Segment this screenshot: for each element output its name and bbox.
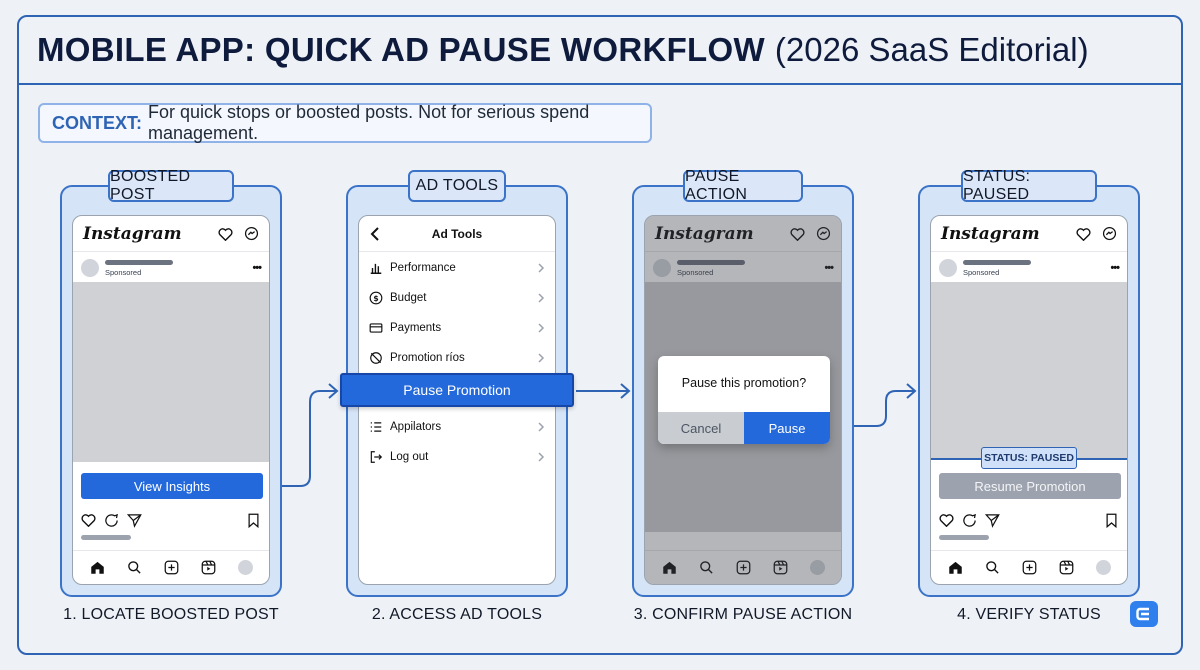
chevron-right-icon	[537, 422, 545, 432]
post-header: Sponsored •••	[73, 254, 269, 282]
search-icon[interactable]	[127, 560, 143, 576]
context-box: CONTEXT: For quick stops or boosted post…	[38, 102, 652, 143]
card-icon	[369, 321, 383, 335]
post-actions	[81, 512, 263, 530]
comment-icon[interactable]	[104, 513, 120, 529]
cancel-button[interactable]: Cancel	[658, 412, 744, 444]
like-icon[interactable]	[939, 513, 955, 529]
ad-tools-header: Ad Tools	[359, 216, 555, 252]
pause-button[interactable]: Pause	[744, 412, 830, 444]
page-subtitle: (2026 SaaS Editorial)	[774, 31, 1089, 68]
step-caption-2: 2. ACCESS AD TOOLS	[371, 606, 543, 623]
menu-item-promotion[interactable]: Promotion ríos	[359, 343, 555, 373]
bottom-nav	[73, 550, 269, 584]
chevron-right-icon	[537, 263, 545, 273]
chevron-right-icon	[537, 452, 545, 462]
context-label: CONTEXT:	[52, 112, 142, 133]
menu-item-budget[interactable]: $ Budget	[359, 283, 555, 313]
reels-icon[interactable]	[1059, 560, 1075, 576]
post-header: Sponsored •••	[931, 254, 1127, 282]
phone-screen-3: Instagram Sponsored ••• Pause this promo…	[644, 215, 842, 585]
comment-icon[interactable]	[962, 513, 978, 529]
status-badge: STATUS: PAUSED	[981, 447, 1077, 469]
phone-screen-4: Instagram Sponsored ••• STATUS: PAUSED R…	[930, 215, 1128, 585]
post-image[interactable]	[73, 282, 269, 462]
share-icon[interactable]	[126, 513, 143, 529]
dialog-question: Pause this promotion?	[681, 376, 807, 390]
logout-icon	[369, 450, 383, 464]
instagram-logo: Instagram	[83, 223, 182, 244]
dollar-icon: $	[369, 291, 383, 305]
brand-logo-icon	[1130, 601, 1158, 627]
post-image[interactable]	[931, 282, 1127, 458]
post-actions	[939, 512, 1121, 530]
sponsored-label: Sponsored	[105, 267, 142, 277]
menu-item-performance[interactable]: Performance	[359, 253, 555, 283]
menu-item-label: Appilators	[390, 421, 442, 433]
view-insights-button[interactable]: View Insights	[81, 473, 263, 499]
home-icon[interactable]	[90, 560, 106, 576]
likes-placeholder	[81, 535, 131, 540]
step-caption-3: 3. CONFIRM PAUSE ACTION	[633, 606, 853, 623]
step-caption-1: 1. LOCATE BOOSTED POST	[63, 606, 279, 623]
ad-tools-title: Ad Tools	[431, 226, 483, 241]
menu-item-label: Promotion ríos	[390, 352, 465, 364]
menu-item-appilators[interactable]: Appilators	[359, 412, 555, 442]
list-icon	[369, 420, 383, 434]
page-title: MOBILE APP: QUICK AD PAUSE WORKFLOW	[37, 31, 765, 68]
more-icon[interactable]: •••	[1110, 262, 1120, 274]
sponsored-label: Sponsored	[963, 267, 1000, 277]
profile-avatar[interactable]	[1095, 560, 1111, 575]
pause-promotion-button[interactable]: Pause Promotion	[340, 373, 574, 407]
create-icon[interactable]	[1022, 560, 1038, 576]
menu-item-payments[interactable]: Payments	[359, 313, 555, 343]
ig-header: Instagram	[931, 216, 1127, 252]
ig-header: Instagram	[73, 216, 269, 252]
step-caption-4: 4. VERIFY STATUS	[957, 606, 1101, 623]
like-icon[interactable]	[81, 513, 97, 529]
menu-item-label: Budget	[390, 292, 427, 304]
bookmark-icon[interactable]	[1105, 513, 1121, 529]
bookmark-icon[interactable]	[247, 513, 263, 529]
resume-promotion-button[interactable]: Resume Promotion	[939, 473, 1121, 499]
chevron-right-icon	[537, 293, 545, 303]
search-icon[interactable]	[985, 560, 1001, 576]
back-icon[interactable]	[369, 226, 383, 242]
home-icon[interactable]	[948, 560, 964, 576]
likes-placeholder	[939, 535, 989, 540]
profile-avatar[interactable]	[237, 560, 253, 575]
username-placeholder	[105, 259, 173, 265]
messenger-icon[interactable]	[243, 226, 259, 242]
username-placeholder	[963, 259, 1031, 265]
step-tag-3: PAUSE ACTION	[683, 168, 803, 203]
step-tag-1: BOOSTED POST	[108, 168, 234, 203]
heart-icon[interactable]	[1075, 226, 1091, 242]
title-bar: MOBILE APP: QUICK AD PAUSE WORKFLOW (202…	[19, 17, 1181, 85]
share-icon[interactable]	[984, 513, 1001, 529]
avatar[interactable]	[81, 259, 99, 277]
create-icon[interactable]	[164, 560, 180, 576]
phone-screen-1: Instagram Sponsored ••• View Insights	[72, 215, 270, 585]
bottom-nav	[931, 550, 1127, 584]
promotion-icon	[369, 351, 383, 365]
svg-text:$: $	[373, 294, 378, 303]
context-text: For quick stops or boosted posts. Not fo…	[148, 102, 590, 143]
menu-item-label: Log out	[390, 451, 429, 463]
step-tag-2: AD TOOLS	[408, 170, 506, 202]
chevron-right-icon	[537, 353, 545, 363]
messenger-icon[interactable]	[1101, 226, 1117, 242]
menu-item-label: Performance	[390, 262, 456, 274]
menu-item-logout[interactable]: Log out	[359, 442, 555, 472]
menu-item-label: Payments	[390, 322, 442, 334]
pause-confirm-dialog: Pause this promotion? Cancel Pause	[658, 356, 830, 444]
heart-icon[interactable]	[217, 226, 233, 242]
avatar[interactable]	[939, 259, 957, 277]
reels-icon[interactable]	[201, 560, 217, 576]
step-tag-4: STATUS: PAUSED	[961, 168, 1097, 203]
instagram-logo: Instagram	[941, 223, 1040, 244]
more-icon[interactable]: •••	[252, 262, 262, 274]
chevron-right-icon	[537, 323, 545, 333]
bar-chart-icon	[369, 261, 383, 275]
